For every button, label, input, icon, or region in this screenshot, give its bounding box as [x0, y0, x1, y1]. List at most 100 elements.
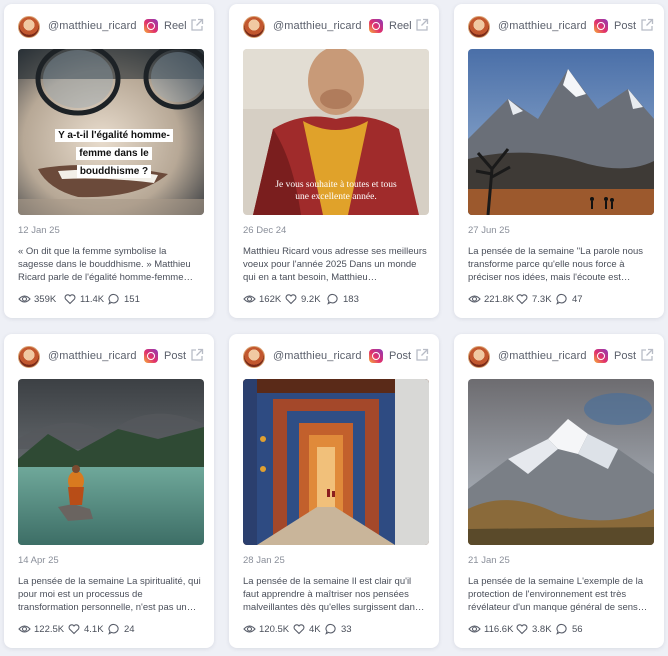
- instagram-icon: [594, 349, 608, 363]
- instagram-icon: [369, 19, 383, 33]
- eye-icon: [468, 625, 481, 633]
- comment-icon: [325, 623, 336, 635]
- eye-icon: [468, 295, 481, 303]
- username[interactable]: @matthieu_ricard: [273, 20, 362, 32]
- comments-count: 151: [124, 294, 140, 305]
- post-thumbnail[interactable]: [243, 379, 429, 545]
- likes-count: 4K: [309, 624, 321, 635]
- avatar[interactable]: [243, 346, 265, 368]
- post-date: 27 Jun 25: [468, 225, 510, 236]
- comment-icon: [327, 293, 338, 305]
- post-caption: La pensée de la semaine L'exemple de la …: [468, 576, 648, 613]
- likes-count: 9.2K: [301, 294, 321, 305]
- post-caption: La pensée de la semaine La spiritualité,…: [18, 576, 201, 613]
- card-header: @matthieu_ricard Reel: [229, 4, 439, 48]
- username[interactable]: @matthieu_ricard: [48, 350, 137, 362]
- media-overlay-text: Y a-t-il l'égalité homme-femme dans le b…: [54, 125, 174, 179]
- post-thumbnail[interactable]: [468, 49, 654, 215]
- comments-count: 33: [341, 624, 352, 635]
- views-count: 120.5K: [259, 624, 290, 635]
- views-count: 162K: [259, 294, 282, 305]
- post-thumbnail[interactable]: Y a-t-il l'égalité homme-femme dans le b…: [18, 49, 204, 215]
- post-caption: Matthieu Ricard vous adresse ses meilleu…: [243, 246, 427, 283]
- instagram-icon: [144, 349, 158, 363]
- comment-icon: [556, 623, 567, 635]
- heart-icon: [64, 294, 76, 305]
- post-type: Post: [614, 20, 637, 32]
- username[interactable]: @matthieu_ricard: [273, 350, 362, 362]
- eye-icon: [243, 295, 256, 303]
- card-header: @matthieu_ricard Post: [454, 334, 664, 378]
- post-date: 21 Jan 25: [468, 555, 510, 566]
- post-stats: 221.8K 7.3K 47: [468, 292, 658, 306]
- post-stats: 122.5K 4.1K 24: [18, 622, 208, 636]
- external-link-icon[interactable]: [640, 18, 654, 32]
- avatar[interactable]: [243, 16, 265, 38]
- card-header: @matthieu_ricard Reel: [4, 4, 214, 48]
- heart-icon: [516, 624, 528, 635]
- post-type: Post: [164, 350, 187, 362]
- post-thumbnail[interactable]: [18, 379, 204, 545]
- media-overlay-text: Je vous souhaite à toutes et tous une ex…: [275, 180, 397, 202]
- comments-count: 56: [572, 624, 583, 635]
- post-stats: 359K 11.4K 151: [18, 292, 208, 306]
- external-link-icon[interactable]: [640, 348, 654, 362]
- views-count: 122.5K: [34, 624, 65, 635]
- comments-count: 183: [343, 294, 359, 305]
- post-card[interactable]: @matthieu_ricard Post 28 Jan 25 La pensé…: [229, 334, 439, 648]
- username[interactable]: @matthieu_ricard: [498, 350, 587, 362]
- external-link-icon[interactable]: [415, 18, 429, 32]
- post-type: Post: [389, 350, 412, 362]
- post-card[interactable]: @matthieu_ricard Reel Y a-t-il l'égalité…: [4, 4, 214, 318]
- comments-count: 24: [124, 624, 135, 635]
- post-date: 12 Jan 25: [18, 225, 60, 236]
- username[interactable]: @matthieu_ricard: [48, 20, 137, 32]
- external-link-icon[interactable]: [415, 348, 429, 362]
- post-thumbnail[interactable]: Je vous souhaite à toutes et tous une ex…: [243, 49, 429, 215]
- likes-count: 7.3K: [532, 294, 552, 305]
- post-stats: 162K 9.2K 183: [243, 292, 433, 306]
- views-count: 221.8K: [484, 294, 515, 305]
- post-card[interactable]: @matthieu_ricard Post 27 Jun 25 La pensé…: [454, 4, 664, 318]
- post-type: Reel: [389, 20, 412, 32]
- post-stats: 116.6K 3.8K 56: [468, 622, 658, 636]
- post-thumbnail[interactable]: [468, 379, 654, 545]
- comment-icon: [108, 623, 119, 635]
- username[interactable]: @matthieu_ricard: [498, 20, 587, 32]
- card-header: @matthieu_ricard Post: [454, 4, 664, 48]
- likes-count: 11.4K: [80, 294, 105, 305]
- eye-icon: [243, 625, 256, 633]
- avatar[interactable]: [18, 16, 40, 38]
- post-type: Post: [614, 350, 637, 362]
- card-header: @matthieu_ricard Post: [4, 334, 214, 378]
- post-card[interactable]: @matthieu_ricard Reel Je vous souhaite à…: [229, 4, 439, 318]
- avatar[interactable]: [468, 16, 490, 38]
- post-caption: La pensée de la semaine Il est clair qu'…: [243, 576, 425, 613]
- comments-count: 47: [572, 294, 583, 305]
- external-link-icon[interactable]: [190, 18, 204, 32]
- post-date: 14 Apr 25: [18, 555, 59, 566]
- avatar[interactable]: [18, 346, 40, 368]
- eye-icon: [18, 295, 31, 303]
- avatar[interactable]: [468, 346, 490, 368]
- comment-icon: [556, 293, 567, 305]
- heart-icon: [68, 624, 80, 635]
- eye-icon: [18, 625, 31, 633]
- comment-icon: [108, 293, 119, 305]
- instagram-icon: [594, 19, 608, 33]
- instagram-icon: [369, 349, 383, 363]
- external-link-icon[interactable]: [190, 348, 204, 362]
- views-count: 359K: [34, 294, 57, 305]
- post-card[interactable]: @matthieu_ricard Post 21 Jan 25 La pensé…: [454, 334, 664, 648]
- likes-count: 3.8K: [532, 624, 552, 635]
- post-caption: La pensée de la semaine "La parole nous …: [468, 246, 644, 283]
- views-count: 116.6K: [484, 624, 514, 635]
- post-card[interactable]: @matthieu_ricard Post 14 Apr 25 La pensé…: [4, 334, 214, 648]
- post-date: 28 Jan 25: [243, 555, 285, 566]
- post-stats: 120.5K 4K 33: [243, 622, 433, 636]
- heart-icon: [293, 624, 305, 635]
- card-header: @matthieu_ricard Post: [229, 334, 439, 378]
- heart-icon: [516, 294, 528, 305]
- likes-count: 4.1K: [84, 624, 104, 635]
- post-type: Reel: [164, 20, 187, 32]
